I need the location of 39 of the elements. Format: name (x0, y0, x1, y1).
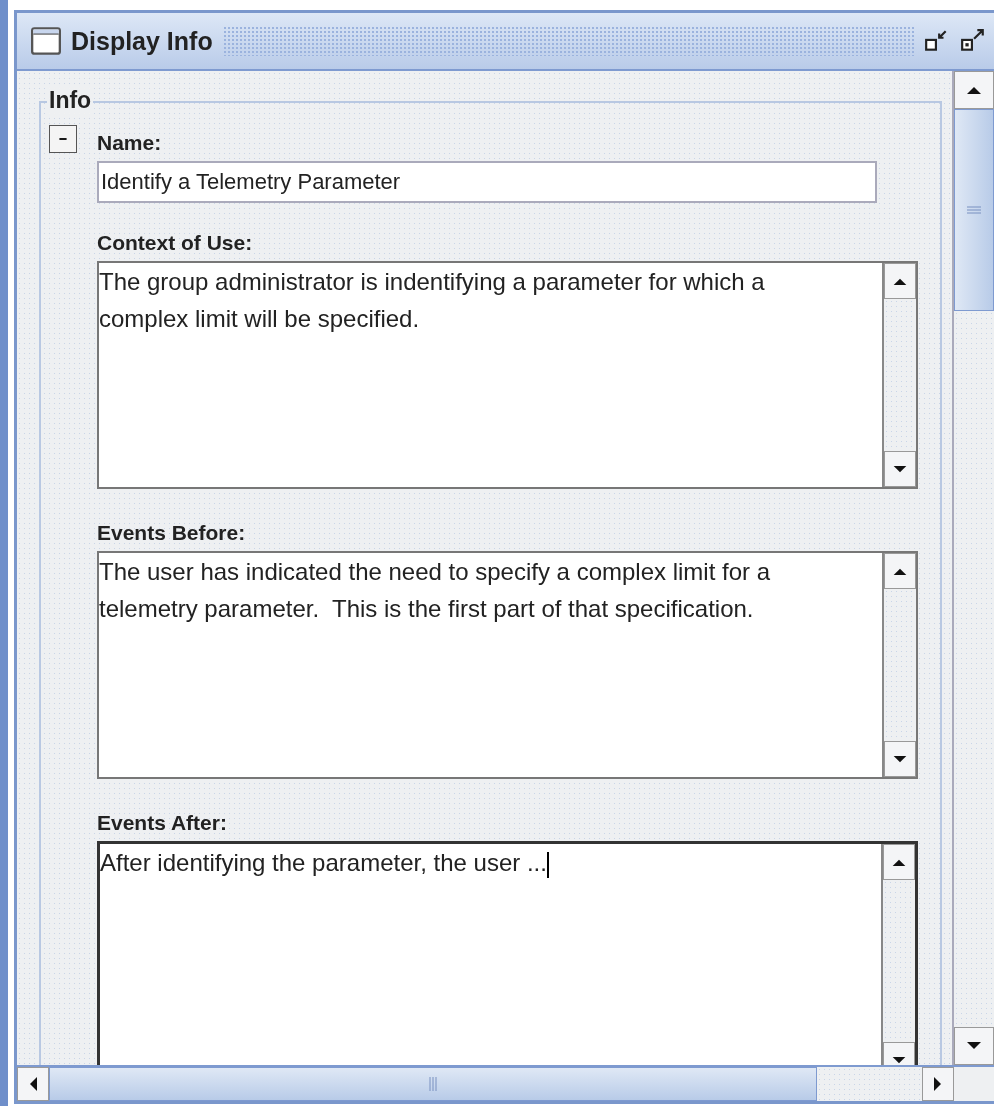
grip-icon (428, 1076, 438, 1092)
scroll-down-button[interactable] (884, 741, 916, 777)
maximize-icon[interactable] (960, 28, 986, 54)
down-arrow-icon (892, 754, 908, 764)
up-arrow-icon (892, 276, 908, 286)
window-title: Display Info (71, 26, 213, 56)
grip-icon (966, 205, 982, 215)
scroll-up-button[interactable] (954, 71, 994, 109)
text-area[interactable]: After identifying the parameter, the user ... (97, 841, 918, 1065)
text-area[interactable]: The group administrator is indentifying a parameter for which a complex limit will be specified. (97, 261, 918, 489)
field-label: Events Before: (97, 521, 247, 545)
scroll-up-button[interactable] (884, 263, 916, 299)
text-area[interactable]: The user has indicated the need to specify a complex limit for a telemetry parameter. This is the first part of that specification. (97, 551, 918, 779)
collapse-button[interactable] (49, 125, 77, 153)
scroll-down-button[interactable] (954, 1027, 994, 1065)
up-arrow-icon (892, 566, 908, 576)
scroll-down-button[interactable] (884, 451, 916, 487)
up-arrow-icon (965, 85, 983, 95)
field-label: Events After: (97, 811, 228, 835)
field-label: Name: (97, 131, 163, 155)
up-arrow-icon (891, 857, 907, 867)
down-arrow-icon (892, 464, 908, 474)
group-title: Info (47, 87, 94, 114)
scroll-thumb[interactable] (954, 109, 994, 311)
scroll-up-button[interactable] (883, 844, 915, 880)
vertical-scrollbar[interactable] (952, 71, 994, 1065)
down-arrow-icon (965, 1041, 983, 1051)
right-arrow-icon (933, 1075, 943, 1093)
scroll-left-button[interactable] (17, 1067, 49, 1101)
window-icon (31, 27, 61, 55)
scroll-right-button[interactable] (922, 1067, 954, 1101)
horizontal-scrollbar[interactable] (17, 1065, 994, 1101)
field-label: Context of Use: (97, 231, 254, 255)
text-cursor (546, 851, 549, 878)
name-field[interactable]: Identify a Telemetry Parameter (97, 161, 877, 203)
left-arrow-icon (28, 1075, 38, 1093)
scroll-thumb[interactable] (49, 1067, 817, 1101)
scroll-up-button[interactable] (884, 553, 916, 589)
down-arrow-icon (891, 1055, 907, 1065)
